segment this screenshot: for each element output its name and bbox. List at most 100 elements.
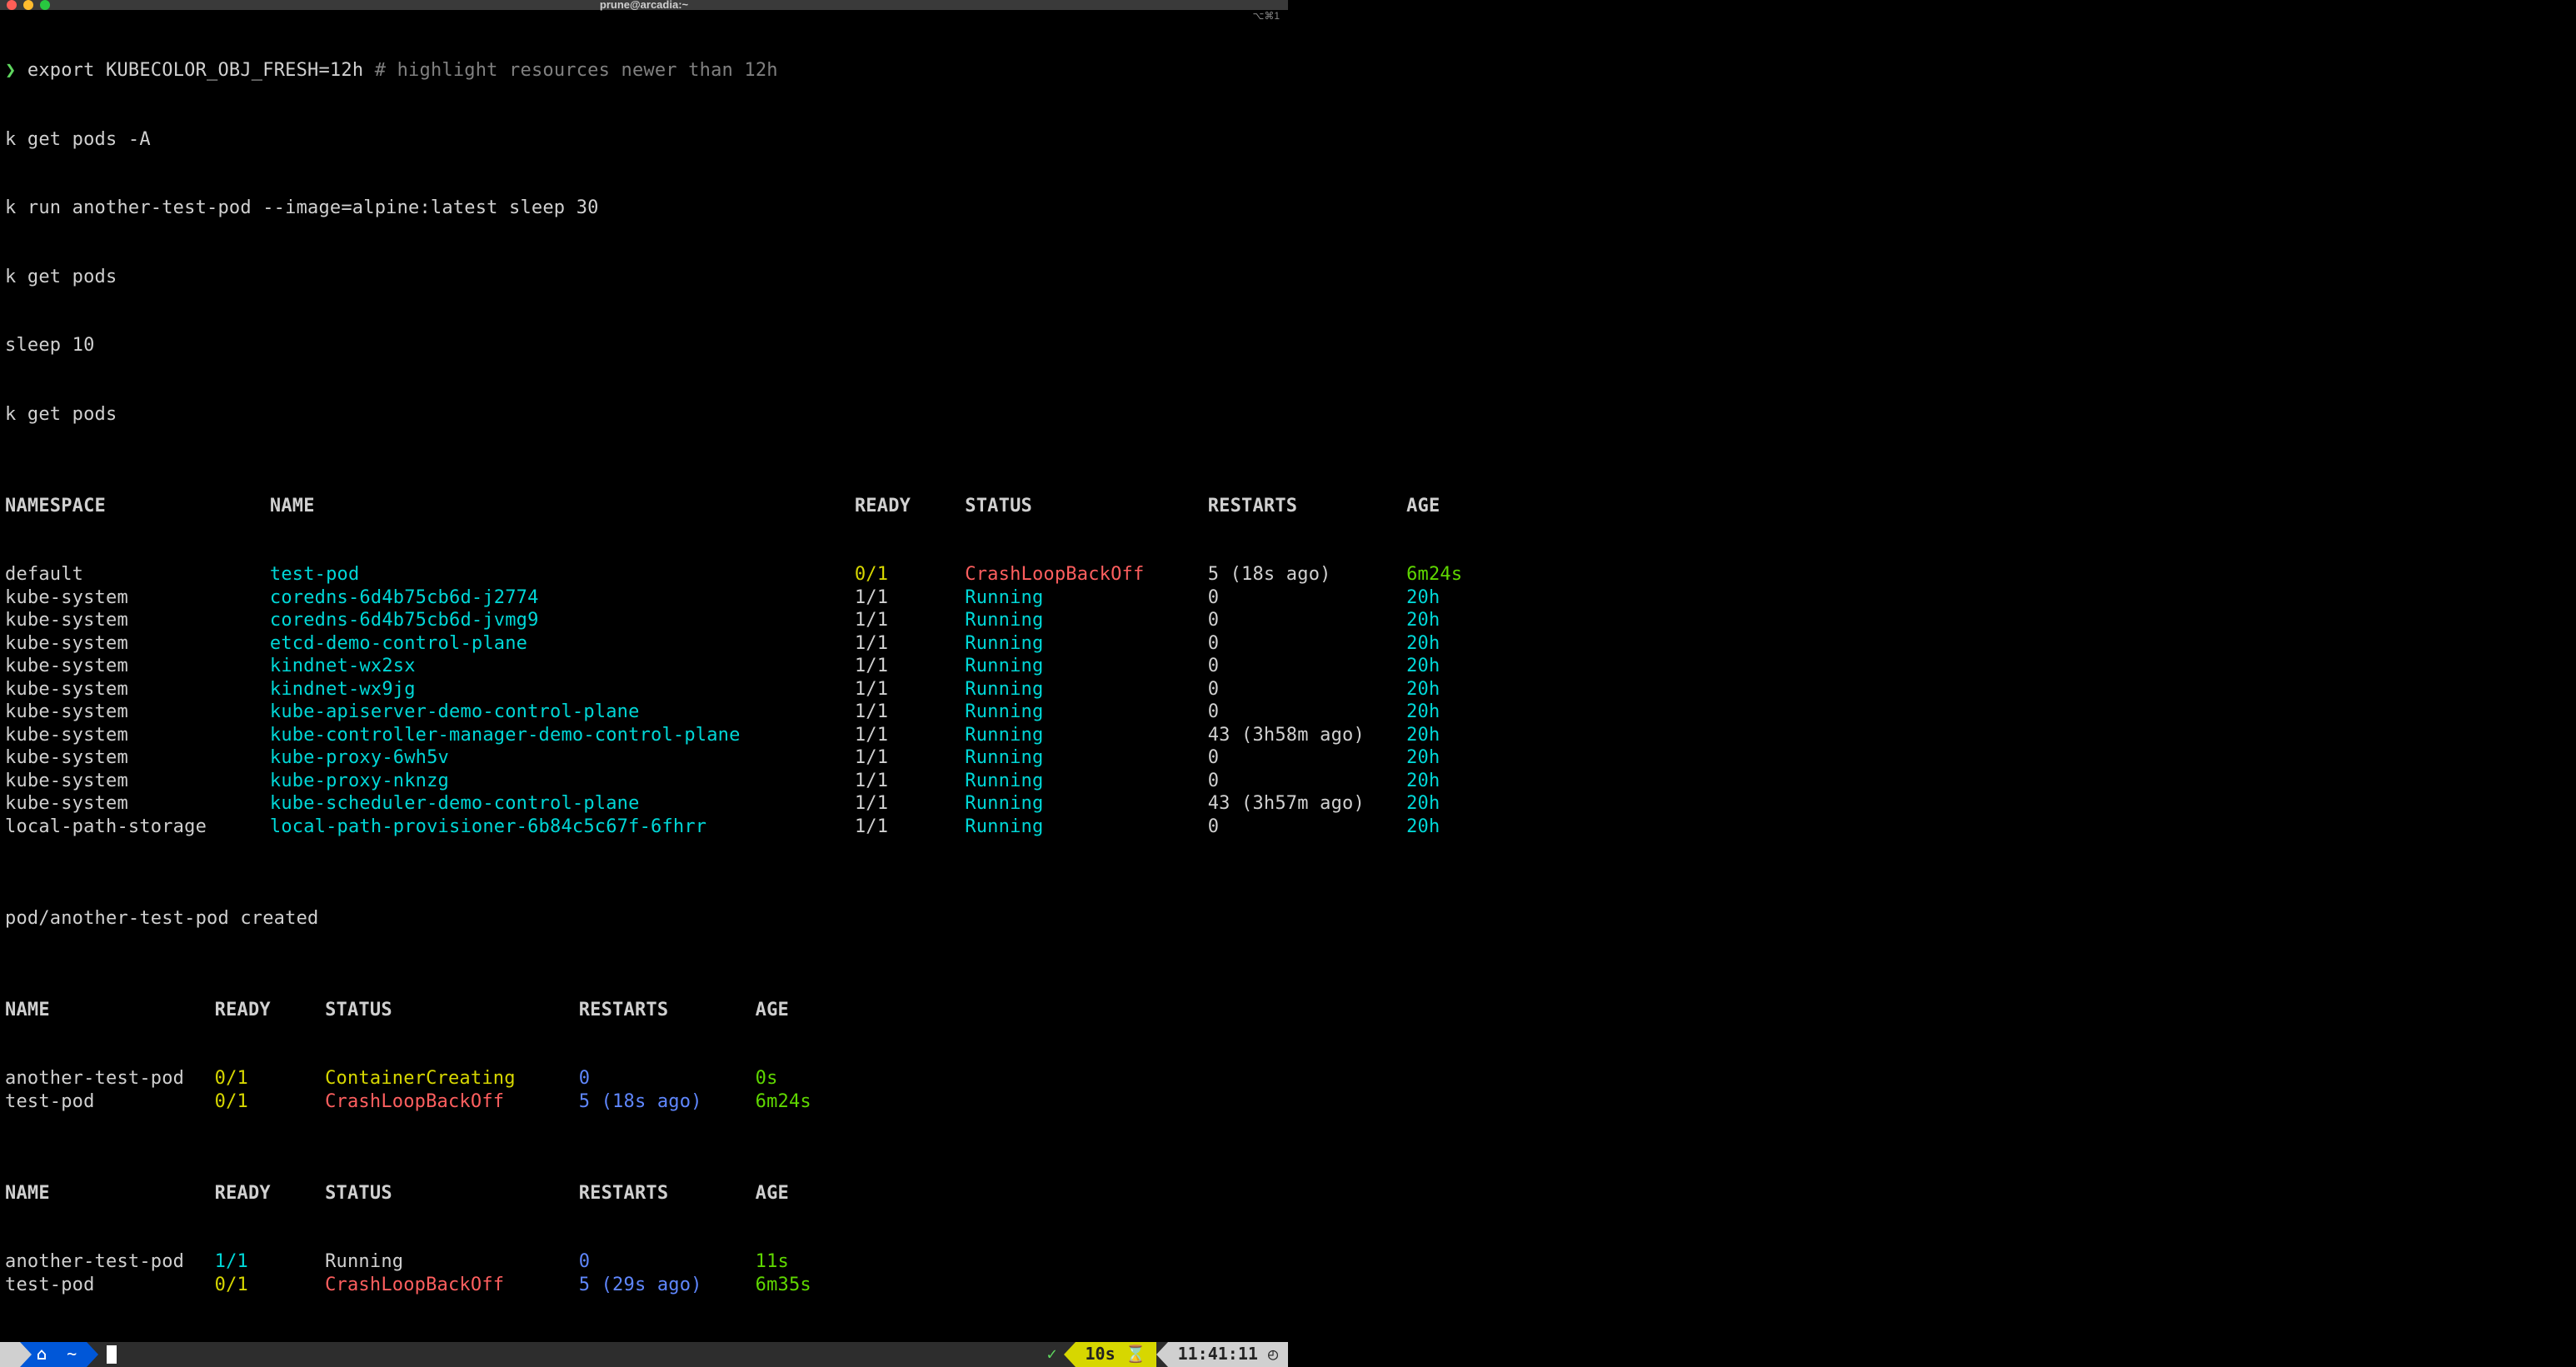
- col-status: STATUS: [325, 1182, 579, 1205]
- table-row: test-pod0/1CrashLoopBackOff5 (18s ago)6m…: [5, 1090, 1283, 1114]
- cell-namespace: kube-system: [5, 678, 270, 701]
- titlebar-hint: ⌥⌘1: [1252, 5, 1280, 28]
- table-row: another-test-pod0/1ContainerCreating00s: [5, 1067, 1283, 1090]
- cell-age: 20h: [1406, 746, 1440, 770]
- cell-namespace: kube-system: [5, 770, 270, 793]
- cell-status: ContainerCreating: [325, 1067, 579, 1090]
- table-row: defaulttest-pod0/1CrashLoopBackOff5 (18s…: [5, 563, 1283, 586]
- table-row: kube-systemkindnet-wx2sx1/1Running020h: [5, 655, 1283, 678]
- cell-age: 20h: [1406, 816, 1440, 839]
- cell-age: 20h: [1406, 609, 1440, 632]
- window-title: prune@arcadia:~: [0, 0, 1288, 17]
- cell-restarts: 0: [1208, 701, 1406, 724]
- command-line: k get pods: [5, 403, 1283, 427]
- cell-age: 20h: [1406, 678, 1440, 701]
- cell-status: Running: [965, 746, 1207, 770]
- timer-value: 10s: [1086, 1343, 1116, 1366]
- cell-restarts: 0: [1208, 655, 1406, 678]
- cell-ready: 0/1: [215, 1274, 325, 1297]
- cell-ready: 1/1: [855, 632, 965, 656]
- col-name: NAME: [5, 1182, 215, 1205]
- cell-ready: 0/1: [855, 563, 965, 586]
- cell-restarts: 0: [1208, 746, 1406, 770]
- col-age: AGE: [756, 1182, 789, 1205]
- cell-name: coredns-6d4b75cb6d-jvmg9: [270, 609, 855, 632]
- check-icon: ✓: [1046, 1343, 1056, 1366]
- cell-ready: 1/1: [855, 586, 965, 610]
- col-restarts: RESTARTS: [579, 999, 756, 1022]
- terminal-window: prune@arcadia:~ ⌥⌘1 ❯ export KUBECOLOR_O…: [0, 0, 1288, 640]
- command-line: ❯ export KUBECOLOR_OBJ_FRESH=12h # highl…: [5, 59, 1283, 82]
- col-status: STATUS: [965, 495, 1207, 518]
- home-icon: ⌂: [37, 1343, 47, 1366]
- col-name: NAME: [5, 999, 215, 1022]
- status-apple-segment[interactable]: [0, 1342, 20, 1367]
- table-body: another-test-pod0/1ContainerCreating00st…: [5, 1067, 1283, 1113]
- command-line: k run another-test-pod --image=alpine:la…: [5, 197, 1283, 220]
- segment-divider-icon: [20, 1342, 32, 1367]
- cell-namespace: kube-system: [5, 632, 270, 656]
- cell-ready: 1/1: [855, 701, 965, 724]
- cell-age: 20h: [1406, 770, 1440, 793]
- status-timer-segment: 10s ⌛: [1076, 1342, 1156, 1367]
- col-ready: READY: [215, 999, 325, 1022]
- clock-time: 11:41:11: [1178, 1343, 1258, 1366]
- table-row: test-pod0/1CrashLoopBackOff5 (29s ago)6m…: [5, 1274, 1283, 1297]
- cell-name: etcd-demo-control-plane: [270, 632, 855, 656]
- cell-namespace: kube-system: [5, 586, 270, 610]
- cell-restarts: 0: [1208, 632, 1406, 656]
- cell-ready: 1/1: [855, 724, 965, 747]
- cell-restarts: 0: [1208, 609, 1406, 632]
- table-row: kube-systemkube-proxy-nknzg1/1Running020…: [5, 770, 1283, 793]
- cell-name: test-pod: [5, 1090, 215, 1114]
- col-age: AGE: [1406, 495, 1440, 518]
- cell-restarts: 0: [1208, 770, 1406, 793]
- command-line: k get pods -A: [5, 128, 1283, 152]
- cell-status: Running: [965, 816, 1207, 839]
- table-row: another-test-pod1/1Running011s: [5, 1250, 1283, 1274]
- table-row: kube-systemcoredns-6d4b75cb6d-j27741/1Ru…: [5, 586, 1283, 610]
- segment-divider-icon: [1064, 1342, 1076, 1367]
- cell-name: local-path-provisioner-6b84c5c67f-6fhrr: [270, 816, 855, 839]
- cell-age: 20h: [1406, 655, 1440, 678]
- cell-status: CrashLoopBackOff: [965, 563, 1207, 586]
- col-ready: READY: [855, 495, 965, 518]
- cell-restarts: 5 (18s ago): [579, 1090, 756, 1114]
- table-row: kube-systemkube-scheduler-demo-control-p…: [5, 792, 1283, 816]
- cell-namespace: kube-system: [5, 609, 270, 632]
- cell-namespace: kube-system: [5, 746, 270, 770]
- segment-divider-icon: [1156, 1342, 1168, 1367]
- cell-restarts: 0: [1208, 816, 1406, 839]
- status-spacer: [98, 1342, 1040, 1367]
- status-bar: ⌂ ~ ✓ 10s ⌛ 11:41:11 ◴: [0, 1342, 1288, 1367]
- titlebar[interactable]: prune@arcadia:~ ⌥⌘1: [0, 0, 1288, 10]
- cell-status: Running: [965, 678, 1207, 701]
- cell-name: kube-proxy-6wh5v: [270, 746, 855, 770]
- cell-namespace: default: [5, 563, 270, 586]
- status-right: ✓ 10s ⌛ 11:41:11 ◴: [1040, 1342, 1288, 1367]
- cell-age: 20h: [1406, 701, 1440, 724]
- clock-icon: ◴: [1268, 1343, 1278, 1366]
- table-row: kube-systemkindnet-wx9jg1/1Running020h: [5, 678, 1283, 701]
- cell-restarts: 43 (3h57m ago): [1208, 792, 1406, 816]
- hourglass-icon: ⌛: [1126, 1343, 1146, 1366]
- cell-ready: 1/1: [855, 792, 965, 816]
- cell-ready: 1/1: [855, 609, 965, 632]
- cell-namespace: kube-system: [5, 655, 270, 678]
- cell-name: coredns-6d4b75cb6d-j2774: [270, 586, 855, 610]
- cell-age: 6m24s: [756, 1090, 811, 1114]
- cell-status: CrashLoopBackOff: [325, 1274, 579, 1297]
- table-body: defaulttest-pod0/1CrashLoopBackOff5 (18s…: [5, 563, 1283, 838]
- table-row: kube-systemkube-proxy-6wh5v1/1Running020…: [5, 746, 1283, 770]
- cell-age: 6m24s: [1406, 563, 1462, 586]
- status-clock-segment: 11:41:11 ◴: [1168, 1342, 1288, 1367]
- cell-status: Running: [965, 770, 1207, 793]
- col-age: AGE: [756, 999, 789, 1022]
- cell-name: kube-apiserver-demo-control-plane: [270, 701, 855, 724]
- cell-age: 20h: [1406, 724, 1440, 747]
- cell-namespace: kube-system: [5, 792, 270, 816]
- cell-status: Running: [965, 724, 1207, 747]
- cell-ready: 0/1: [215, 1090, 325, 1114]
- cell-status: CrashLoopBackOff: [325, 1090, 579, 1114]
- terminal-body[interactable]: ❯ export KUBECOLOR_OBJ_FRESH=12h # highl…: [0, 10, 1288, 1342]
